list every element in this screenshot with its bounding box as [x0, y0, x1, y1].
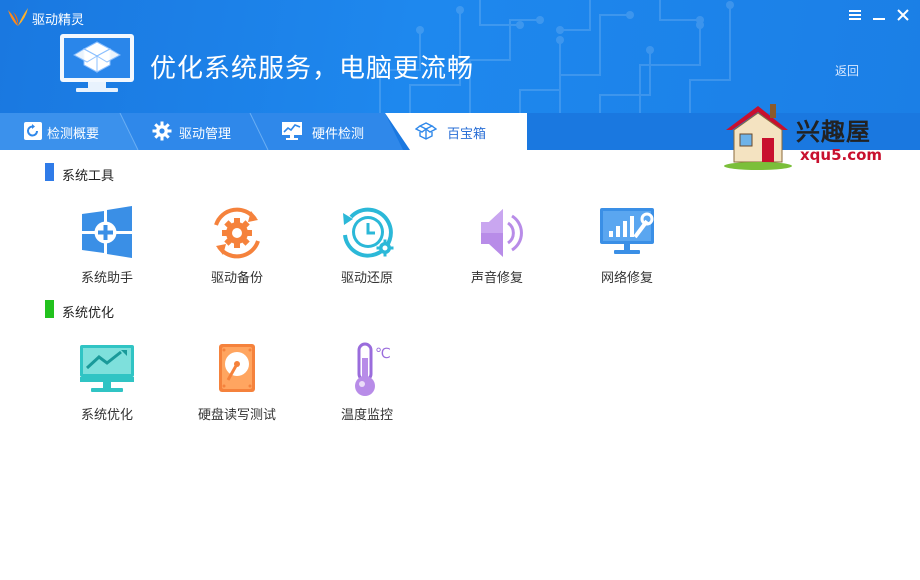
toolbox-icon — [415, 122, 437, 140]
gear-icon — [152, 121, 172, 141]
gear-sync-icon — [214, 207, 260, 259]
tab-hardware-check-label: 硬件检测 — [312, 127, 365, 142]
page-title: 优化系统服务，电脑更流畅 — [150, 54, 475, 84]
tool-system-optimize[interactable]: 系统优化 — [52, 342, 162, 423]
speaker-icon — [481, 209, 523, 257]
tab-toolbox[interactable]: 百宝箱 — [405, 113, 527, 150]
header-banner: 驱动精灵 优化系统服务，电脑更流畅 返回 — [0, 0, 920, 113]
watermark-url: xqu5.com — [800, 146, 883, 164]
back-link[interactable]: 返回 — [835, 62, 859, 79]
minimize-button[interactable] — [870, 6, 888, 24]
tab-toolbox-label: 百宝箱 — [447, 127, 487, 142]
tool-system-optimize-label: 系统优化 — [80, 408, 133, 423]
tool-sound-repair-label: 声音修复 — [470, 271, 523, 286]
tool-disk-rw-test[interactable]: 硬盘读写测试 — [182, 342, 292, 423]
tool-disk-rw-test-label: 硬盘读写测试 — [197, 408, 276, 423]
thermometer-icon: ℃ — [355, 342, 391, 396]
toolbox-monitor-icon — [60, 34, 134, 92]
tool-driver-restore[interactable]: 驱动还原 — [312, 205, 422, 286]
close-button[interactable] — [894, 6, 912, 24]
monitor-trend-icon — [80, 345, 134, 392]
clock-restore-icon — [343, 207, 394, 258]
tab-overview-label: 检测概要 — [47, 127, 100, 142]
menu-button[interactable] — [846, 6, 864, 24]
tool-system-assistant-label: 系统助手 — [80, 271, 133, 286]
refresh-icon — [24, 122, 42, 140]
tool-sound-repair[interactable]: 声音修复 — [442, 205, 552, 286]
app-logo-icon — [8, 8, 28, 26]
tool-temperature-monitor-label: 温度监控 — [340, 408, 393, 423]
watermark-title: 兴趣屋 — [796, 117, 871, 146]
network-repair-icon — [600, 208, 654, 254]
tab-driver-management[interactable]: 驱动管理 — [135, 113, 260, 150]
tool-driver-restore-label: 驱动还原 — [340, 271, 393, 286]
close-icon — [897, 9, 909, 21]
section-title-system-optimize: 系统优化 — [62, 306, 115, 321]
tab-hardware-check[interactable]: 硬件检测 — [265, 113, 395, 150]
tool-network-repair[interactable]: 网络修复 — [572, 205, 682, 286]
tool-network-repair-label: 网络修复 — [600, 271, 653, 286]
section-marker-system-optimize — [45, 300, 54, 318]
tool-system-assistant[interactable]: 系统助手 — [52, 205, 162, 286]
windows-plus-icon — [82, 206, 132, 258]
section-title-system-tools: 系统工具 — [62, 169, 115, 184]
section-marker-system-tools — [45, 163, 54, 181]
tool-driver-backup[interactable]: 驱动备份 — [182, 205, 292, 286]
tab-driver-management-label: 驱动管理 — [179, 127, 232, 142]
tool-driver-backup-label: 驱动备份 — [210, 271, 263, 286]
tool-temperature-monitor[interactable]: ℃ 温度监控 — [312, 342, 422, 423]
minimize-icon — [873, 18, 885, 20]
app-title: 驱动精灵 — [32, 13, 85, 28]
tab-overview[interactable]: 检测概要 — [0, 113, 130, 150]
monitor-chart-icon — [282, 122, 302, 140]
svg-text:℃: ℃ — [375, 346, 391, 362]
menu-icon — [849, 10, 861, 20]
hard-disk-icon — [219, 344, 255, 392]
